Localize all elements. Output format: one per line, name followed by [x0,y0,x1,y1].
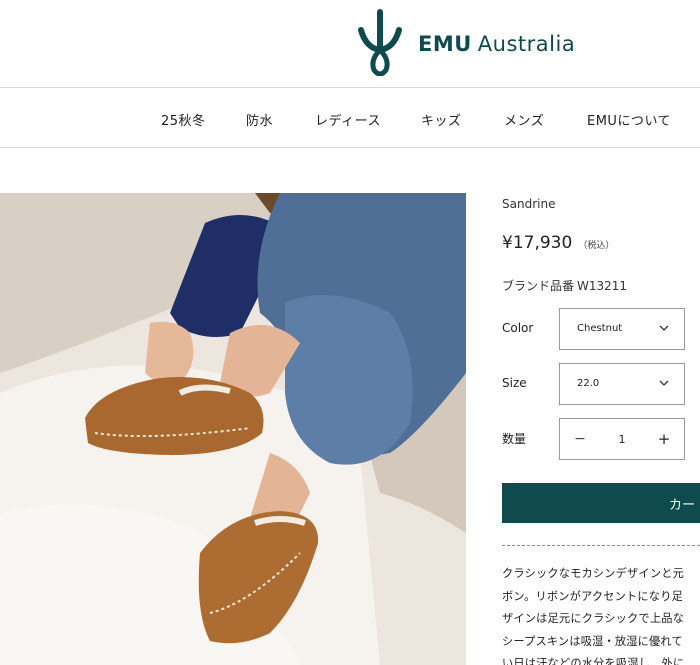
brand-name-rest: Australia [477,32,576,56]
product-image[interactable] [0,193,466,665]
main-nav: 25秋冬 防水 レディース キッズ メンズ EMUについて [0,88,700,148]
brand-name-bold: EMU [418,32,472,56]
add-to-cart-button[interactable]: カー [502,483,700,523]
product-photo-illustration [0,193,466,665]
sku-label: ブランド品番 [502,279,575,293]
tax-note: （税込） [578,241,615,251]
site-header: EMU Australia [0,0,700,88]
description-line: シープスキンは吸湿・放湿に優れて [502,634,683,648]
section-divider [502,545,700,546]
nav-item-mens[interactable]: メンズ [504,110,544,129]
sku-value: W13211 [577,279,628,293]
product-name: Sandrine [502,197,556,211]
product-sku: ブランド品番 W13211 [502,277,627,294]
chevron-down-icon [659,380,669,386]
brand-logo[interactable]: EMU Australia [356,8,575,76]
nav-item-ladies[interactable]: レディース [315,110,381,129]
description-line: い日は汗などの水分を吸湿し、外に [502,657,685,665]
quantity-decrease-button[interactable]: − [560,419,600,459]
quantity-stepper: − 1 + [559,418,685,460]
size-select-value: 22.0 [577,378,600,389]
description-line: ザインは足元にクラシックで上品な [502,612,684,625]
nav-item-25-autumn-winter[interactable]: 25秋冬 [161,110,206,129]
add-to-cart-label: カー [669,498,696,513]
price-value: ¥17,930 [502,233,573,253]
nav-item-waterproof[interactable]: 防水 [246,110,273,129]
description-line: ボン。リボンがアクセントになり足 [502,589,683,603]
description-line: クラシックなモカシンデザインと元 [502,567,684,580]
nav-item-kids[interactable]: キッズ [421,110,462,129]
chevron-down-icon [659,325,669,331]
color-select[interactable]: Chestnut [559,308,685,350]
nav-item-about-emu[interactable]: EMUについて [587,110,671,129]
size-select[interactable]: 22.0 [559,363,685,405]
product-description: クラシックなモカシンデザインと元 ボン。リボンがアクセントになり足 ザインは足元… [502,563,700,665]
emu-leaf-logo-icon [358,9,402,76]
quantity-increase-button[interactable]: + [644,419,684,459]
quantity-label: 数量 [502,432,527,446]
product-price: ¥17,930 （税込） [502,233,614,253]
quantity-value[interactable]: 1 [600,419,644,459]
size-label: Size [502,376,527,390]
color-label: Color [502,321,534,335]
color-select-value: Chestnut [577,323,623,334]
brand-name: EMU Australia [418,32,575,56]
